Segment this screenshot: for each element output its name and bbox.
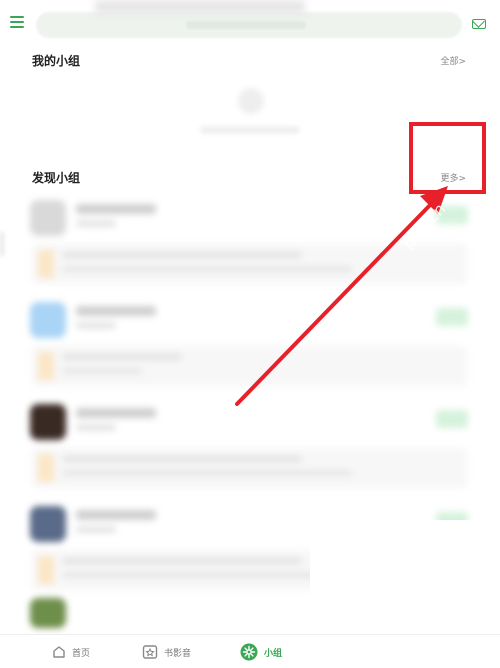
my-groups-title: 我的小组 <box>32 54 81 68</box>
media-icon <box>142 645 158 659</box>
tab-media-label: 书影音 <box>164 648 192 659</box>
join-button[interactable] <box>436 206 468 224</box>
chevron-right-icon: > <box>458 174 466 184</box>
blurred-status-bar <box>95 0 305 14</box>
group-name <box>76 510 156 520</box>
tab-groups[interactable]: 小组 <box>240 641 282 663</box>
group-members <box>76 424 116 431</box>
join-button[interactable] <box>436 410 468 428</box>
group-post-preview[interactable] <box>32 448 467 488</box>
group-avatar <box>30 506 66 542</box>
join-button[interactable] <box>436 308 468 326</box>
mail-icon[interactable] <box>472 19 486 29</box>
group-card[interactable] <box>24 294 476 396</box>
discover-more-link[interactable]: 更多> <box>440 171 466 184</box>
group-card[interactable] <box>24 192 476 294</box>
all-label: 全部 <box>440 57 459 67</box>
group-members <box>76 220 116 227</box>
empty-state-icon <box>238 88 264 114</box>
empty-state-text <box>200 126 300 134</box>
bottom-tab-bar: 首页 书影音 小组 <box>0 634 500 668</box>
group-avatar <box>30 302 66 338</box>
more-label: 更多 <box>440 174 459 184</box>
tab-home-label: 首页 <box>72 648 91 659</box>
edge-blur <box>0 232 4 256</box>
group-icon <box>240 643 258 661</box>
tab-media[interactable]: 书影音 <box>142 641 191 663</box>
group-avatar <box>30 200 66 236</box>
group-name <box>76 408 156 418</box>
group-members <box>76 322 116 329</box>
menu-icon[interactable] <box>10 16 24 28</box>
group-avatar <box>30 404 66 440</box>
group-members <box>76 526 116 533</box>
tab-groups-label: 小组 <box>264 648 283 659</box>
search-input[interactable] <box>36 12 462 38</box>
group-name <box>76 306 156 316</box>
group-name <box>76 204 156 214</box>
my-groups-all-link[interactable]: 全部> <box>440 54 466 67</box>
chevron-right-icon: > <box>458 57 466 67</box>
home-icon <box>53 646 65 658</box>
cover-block <box>310 520 500 634</box>
group-avatar <box>30 598 66 628</box>
group-post-preview[interactable] <box>32 244 467 284</box>
discover-groups-title: 发现小组 <box>32 171 81 185</box>
group-post-preview[interactable] <box>32 346 467 386</box>
tab-home[interactable]: 首页 <box>52 641 90 663</box>
group-card[interactable] <box>24 396 476 498</box>
